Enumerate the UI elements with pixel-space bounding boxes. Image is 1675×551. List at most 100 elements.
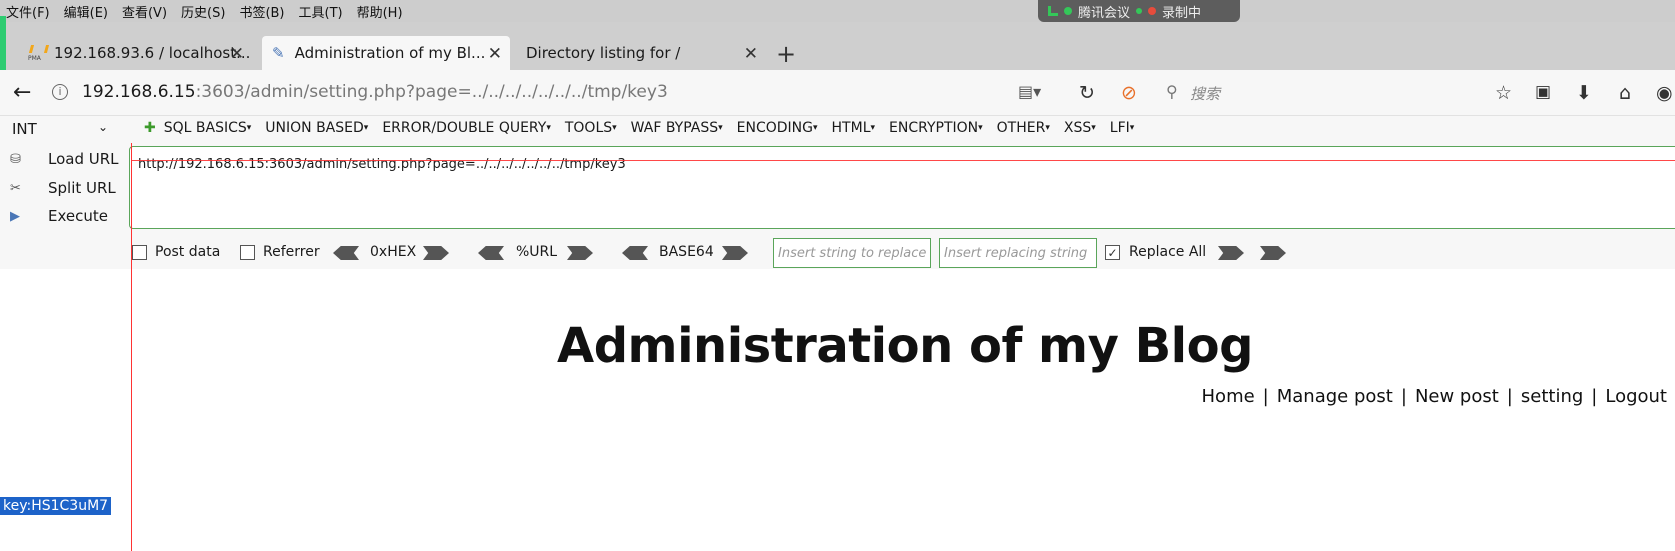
post-data-checkbox[interactable] [132,245,147,260]
menu-other[interactable]: OTHER▾ [997,120,1050,136]
recording-label: 录制中 [1162,5,1202,21]
meeting-label: 腾讯会议 [1078,5,1131,21]
nav-home-link[interactable]: Home [1202,386,1255,407]
replace-string-input[interactable]: Insert string to replace [773,238,931,268]
tab-phpmyadmin[interactable]: 192.168.93.6 / localhost... ✕ [18,36,252,70]
hackbar-menu: ✚ SQL BASICS▾ UNION BASED▾ ERROR/DOUBLE … [144,120,1134,136]
back-arrow-icon[interactable]: ← [13,80,31,105]
url-decode-arrow-icon[interactable] [478,246,504,260]
menu-encryption[interactable]: ENCRYPTION▾ [889,120,983,136]
pencil-icon: ✎ [272,44,285,62]
account-icon[interactable]: ◉ [1656,82,1673,104]
close-icon[interactable]: ✕ [744,44,758,64]
url-path: :3603/admin/setting.php?page=../../../..… [195,82,668,102]
menu-file[interactable]: 文件(F) [6,2,50,21]
menu-bookmarks[interactable]: 书签(B) [239,2,284,21]
meeting-indicator[interactable]: 腾讯会议 录制中 [1038,0,1240,22]
menu-encoding[interactable]: ENCODING▾ [737,120,818,136]
replace-right-arrow-icon[interactable] [1218,246,1244,260]
info-icon[interactable]: i [52,84,68,100]
status-dot-icon [1136,8,1143,14]
nav-setting-link[interactable]: setting [1521,386,1583,407]
menu-sql-basics[interactable]: SQL BASICS▾ [164,120,252,136]
load-url-button[interactable]: ⛁ Load URL [10,148,125,170]
address-bar[interactable]: 192.168.6.15:3603/admin/setting.php?page… [82,82,668,102]
replace-all-checkbox[interactable]: ✓ [1105,245,1120,260]
menu-lfi[interactable]: LFI▾ [1110,120,1135,136]
nav-separator: | [1262,386,1269,407]
add-icon[interactable]: ✚ [144,120,156,136]
close-icon[interactable]: ✕ [488,44,502,64]
split-url-button[interactable]: ✂ Split URL [10,177,125,199]
navigation-bar: ← i 192.168.6.15:3603/admin/setting.php?… [0,70,1675,116]
guide-line-vertical [131,143,132,551]
menu-waf-bypass[interactable]: WAF BYPASS▾ [631,120,723,136]
scissors-icon: ✂ [10,180,21,196]
nav-separator: | [1506,386,1513,407]
chevron-down-icon: ⌄ [98,120,109,134]
record-dot-icon [1148,7,1157,15]
hackbar-options: Post data Referrer 0xHEX %URL BASE64 Ins… [0,236,1675,268]
noscript-icon[interactable]: ⊘ [1121,82,1137,104]
signal-icon [1048,6,1058,16]
reload-icon[interactable]: ↻ [1079,82,1095,104]
injection-type-select[interactable]: INT ⌄ [12,120,112,138]
new-tab-icon[interactable]: + [776,40,796,68]
tab-administration[interactable]: ✎ Administration of my Bl... ✕ [262,36,510,70]
nav-separator: | [1591,386,1598,407]
tab-title: Administration of my Bl... [294,44,486,62]
menu-bar: 文件(F) 编辑(E) 查看(V) 历史(S) 书签(B) 工具(T) 帮助(H… [0,0,1675,22]
tab-strip: 192.168.93.6 / localhost... ✕ ✎ Administ… [0,22,1675,70]
nav-new-post-link[interactable]: New post [1415,386,1499,407]
nav-separator: | [1400,386,1407,407]
search-icon: ⚲ [1166,82,1178,101]
url-textarea[interactable]: http://192.168.6.15:3603/admin/setting.p… [129,146,1675,229]
selected-key-text: key:HS1C3uM7 [0,497,112,515]
menu-union-based[interactable]: UNION BASED▾ [265,120,368,136]
menu-edit[interactable]: 编辑(E) [64,2,108,21]
hex-decode-arrow-icon[interactable] [333,246,359,260]
menu-xss[interactable]: XSS▾ [1064,120,1096,136]
post-data-label: Post data [155,244,221,260]
base64-encode-arrow-icon[interactable] [722,246,748,260]
menu-tools[interactable]: 工具(T) [299,2,343,21]
meeting-dot-icon [1064,7,1072,15]
referrer-label: Referrer [263,244,320,260]
menu-error-double-query[interactable]: ERROR/DOUBLE QUERY▾ [382,120,551,136]
tab-title: Directory listing for / [526,44,681,62]
download-icon[interactable]: ⬇ [1576,82,1592,104]
base64-decode-arrow-icon[interactable] [622,246,648,260]
hex-encode-arrow-icon[interactable] [423,246,449,260]
nav-manage-post-link[interactable]: Manage post [1277,386,1393,407]
guide-line-horizontal [131,160,1675,161]
search-input[interactable]: 搜索 [1190,83,1220,104]
replacing-string-input[interactable]: Insert replacing string [939,238,1097,268]
bookmark-star-icon[interactable]: ☆ [1495,82,1512,104]
url-encode-arrow-icon[interactable] [567,246,593,260]
menu-history[interactable]: 历史(S) [181,2,225,21]
phpmyadmin-icon [28,45,46,62]
tab-directory-listing[interactable]: Directory listing for / ✕ [516,36,766,70]
menu-view[interactable]: 查看(V) [122,2,167,21]
menu-tools[interactable]: TOOLS▾ [565,120,617,136]
reading-list-icon[interactable]: ▣ [1535,82,1551,102]
tab-title: 192.168.93.6 / localhost... [54,44,251,62]
blog-nav: Home | Manage post | New post | setting | Logout [1202,386,1667,407]
nav-logout-link[interactable]: Logout [1605,386,1667,407]
menu-html[interactable]: HTML▾ [832,120,876,136]
menu-help[interactable]: 帮助(H) [357,2,403,21]
hackbar-panel: INT ⌄ ✚ SQL BASICS▾ UNION BASED▾ ERROR/D… [0,116,1675,269]
base64-label: BASE64 [659,244,714,260]
close-icon[interactable]: ✕ [230,44,244,64]
execute-button[interactable]: ▶ Execute [10,205,125,227]
referrer-checkbox[interactable] [240,245,255,260]
url-host: 192.168.6.15 [82,82,196,102]
replace-next-arrow-icon[interactable] [1260,246,1286,260]
replace-all-label: Replace All [1129,244,1207,260]
page-actions-icon[interactable]: ▤▾ [1018,82,1041,101]
recording-edge-indicator [0,16,6,72]
hex-label: 0xHEX [370,244,417,260]
browser-window: 文件(F) 编辑(E) 查看(V) 历史(S) 书签(B) 工具(T) 帮助(H… [0,0,1675,551]
home-icon[interactable]: ⌂ [1619,82,1631,104]
select-value: INT [12,120,37,138]
